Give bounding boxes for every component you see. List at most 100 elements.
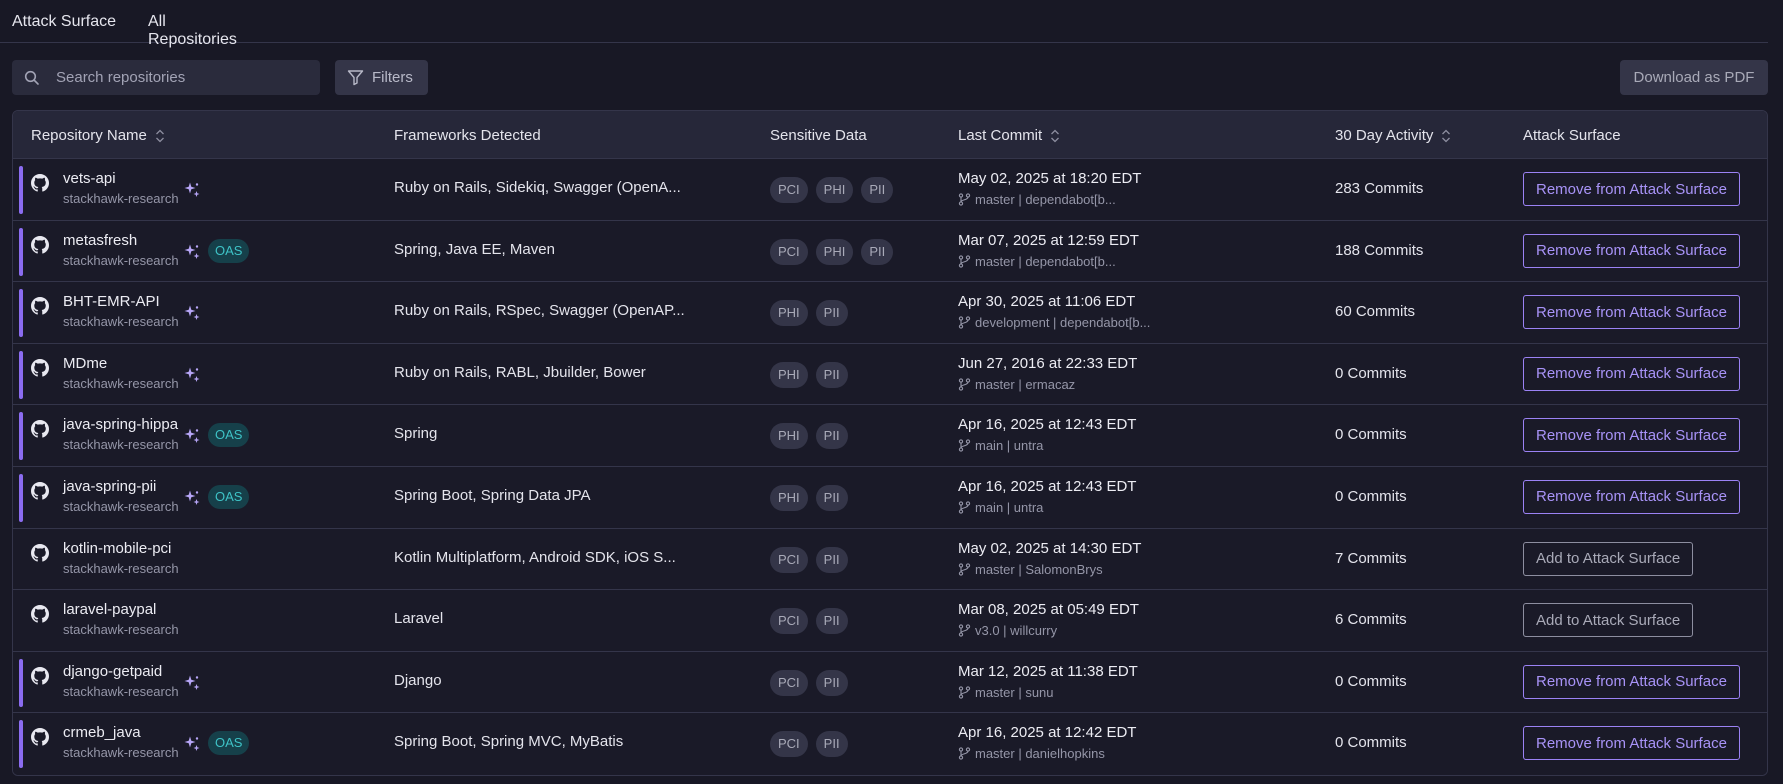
table-row[interactable]: BHT-EMR-API stackhawk-research Ruby on Rai… bbox=[13, 282, 1767, 344]
oas-badge: OAS bbox=[208, 484, 250, 509]
last-commit-meta: v3.0 | willcurry bbox=[958, 623, 1057, 638]
last-commit-meta: master | danielhopkins bbox=[958, 746, 1105, 761]
remove-from-attack-surface-button[interactable]: Remove from Attack Surface bbox=[1523, 295, 1740, 330]
repo-name[interactable]: kotlin-mobile-pci bbox=[63, 540, 171, 557]
filters-button[interactable]: Filters bbox=[335, 60, 428, 95]
activity-count: 60 Commits bbox=[1335, 303, 1416, 321]
attack-surface-indicator bbox=[19, 227, 23, 276]
header-repository-name[interactable]: Repository Name bbox=[31, 127, 165, 144]
tab-attack-surface[interactable]: Attack Surface bbox=[12, 13, 116, 44]
sensitive-data-tags: PHI PII bbox=[770, 361, 848, 388]
last-commit-date: Apr 16, 2025 at 12:43 EDT bbox=[958, 416, 1137, 434]
sensitive-data-tag: PII bbox=[861, 177, 894, 203]
remove-from-attack-surface-button[interactable]: Remove from Attack Surface bbox=[1523, 418, 1740, 453]
sensitive-data-tag: PCI bbox=[770, 238, 808, 265]
commit-branch-author: development | dependabot[b... bbox=[975, 315, 1151, 331]
frameworks-detected: Ruby on Rails, RSpec, Swagger (OpenAP... bbox=[394, 302, 685, 320]
table-row[interactable]: java-spring-pii stackhawk-research OAS Spri… bbox=[13, 466, 1767, 529]
search-box[interactable] bbox=[12, 60, 320, 95]
sensitive-data-tag: PII bbox=[861, 238, 894, 265]
repo-name[interactable]: vets-api bbox=[63, 170, 116, 187]
search-input[interactable] bbox=[56, 69, 296, 86]
github-icon bbox=[31, 358, 49, 377]
table-row[interactable]: metasfresh stackhawk-research OAS Spring, J… bbox=[13, 220, 1767, 283]
git-branch-icon bbox=[958, 686, 971, 699]
remove-from-attack-surface-button[interactable]: Remove from Attack Surface bbox=[1523, 664, 1740, 699]
tab-all-repositories[interactable]: All Repositories bbox=[148, 13, 258, 64]
git-branch-icon bbox=[958, 378, 971, 391]
repo-name[interactable]: metasfresh bbox=[63, 232, 137, 249]
sort-icon[interactable] bbox=[155, 128, 165, 144]
github-icon bbox=[31, 481, 49, 500]
remove-from-attack-surface-button[interactable]: Remove from Attack Surface bbox=[1523, 233, 1740, 268]
last-commit-meta: master | SalomonBrys bbox=[958, 562, 1103, 577]
github-icon bbox=[31, 666, 49, 685]
sort-icon[interactable] bbox=[1441, 128, 1451, 144]
sensitive-data-tag: PCI bbox=[770, 608, 808, 635]
remove-from-attack-surface-button[interactable]: Remove from Attack Surface bbox=[1523, 172, 1740, 206]
repo-name[interactable]: java-spring-hippa bbox=[63, 416, 178, 433]
sensitive-data-tags: PHI PII bbox=[770, 484, 848, 511]
activity-count: 0 Commits bbox=[1335, 364, 1407, 382]
remove-from-attack-surface-button[interactable]: Remove from Attack Surface bbox=[1523, 479, 1740, 514]
oas-badge: OAS bbox=[208, 238, 250, 263]
sensitive-data-tag: PII bbox=[815, 361, 848, 388]
header-frameworks: Frameworks Detected bbox=[394, 127, 541, 144]
repo-name[interactable]: MDme bbox=[63, 355, 107, 372]
download-pdf-button[interactable]: Download as PDF bbox=[1620, 60, 1768, 95]
commit-branch-author: master | dependabot[b... bbox=[975, 192, 1116, 207]
table-row[interactable]: django-getpaid stackhawk-research Django PC… bbox=[13, 651, 1767, 714]
table-row[interactable]: crmeb_java stackhawk-research OAS Spring Bo… bbox=[13, 713, 1767, 775]
attack-surface-indicator bbox=[19, 720, 23, 769]
remove-from-attack-surface-button[interactable]: Remove from Attack Surface bbox=[1523, 726, 1740, 761]
table-row[interactable]: kotlin-mobile-pci stackhawk-research Kotli… bbox=[13, 528, 1767, 591]
repo-name[interactable]: laravel-paypal bbox=[63, 601, 156, 618]
header-last-commit[interactable]: Last Commit bbox=[958, 127, 1060, 144]
header-30-day-activity[interactable]: 30 Day Activity bbox=[1335, 127, 1451, 144]
repo-org: stackhawk-research bbox=[63, 191, 179, 206]
sensitive-data-tag: PII bbox=[815, 484, 848, 511]
remove-from-attack-surface-button[interactable]: Remove from Attack Surface bbox=[1523, 356, 1740, 391]
git-branch-icon bbox=[958, 501, 971, 514]
last-commit-meta: master | sunu bbox=[958, 685, 1054, 700]
github-icon bbox=[31, 728, 49, 746]
sensitive-data-tag: PII bbox=[815, 669, 848, 696]
attack-surface-indicator bbox=[19, 350, 23, 399]
last-commit-date: Apr 30, 2025 at 11:06 EDT bbox=[958, 293, 1136, 311]
table-row[interactable]: vets-api stackhawk-research Ruby on Rails,… bbox=[13, 159, 1767, 221]
activity-count: 0 Commits bbox=[1335, 672, 1407, 690]
github-icon bbox=[31, 174, 49, 192]
sensitive-data-tags: PHI PII bbox=[770, 423, 848, 450]
attack-surface-indicator bbox=[19, 658, 23, 707]
attack-surface-indicator bbox=[19, 166, 23, 214]
table-row[interactable]: laravel-paypal stackhawk-research Laravel P… bbox=[13, 590, 1767, 652]
commit-branch-author: main | untra bbox=[975, 438, 1044, 454]
repo-name[interactable]: django-getpaid bbox=[63, 663, 162, 680]
commit-branch-author: v3.0 | willcurry bbox=[975, 623, 1058, 639]
last-commit-meta: master | ermacaz bbox=[958, 377, 1075, 392]
git-branch-icon bbox=[958, 193, 971, 206]
sensitive-data-tag: PHI bbox=[770, 300, 808, 327]
repo-org: stackhawk-research bbox=[63, 375, 179, 391]
sparkle-icon bbox=[183, 489, 201, 507]
sensitive-data-tags: PCI PII bbox=[770, 546, 848, 573]
sensitive-data-tag: PHI bbox=[815, 177, 854, 203]
repo-name[interactable]: java-spring-pii bbox=[63, 478, 156, 495]
tab-bar: Attack Surface All Repositories bbox=[0, 0, 1768, 64]
add-to-attack-surface-button[interactable]: Add to Attack Surface bbox=[1523, 541, 1694, 576]
repo-name[interactable]: BHT-EMR-API bbox=[63, 293, 160, 310]
table-row[interactable]: MDme stackhawk-research Ruby on Rails, RAB… bbox=[13, 343, 1767, 406]
sort-icon[interactable] bbox=[1050, 128, 1060, 144]
repo-org: stackhawk-research bbox=[63, 560, 179, 576]
repo-name[interactable]: crmeb_java bbox=[63, 724, 141, 741]
repo-org: stackhawk-research bbox=[63, 252, 179, 268]
repo-org: stackhawk-research bbox=[63, 314, 179, 330]
sensitive-data-tag: PII bbox=[815, 300, 848, 327]
activity-count: 6 Commits bbox=[1335, 611, 1407, 629]
commit-branch-author: master | SalomonBrys bbox=[975, 561, 1103, 577]
table-row[interactable]: java-spring-hippa stackhawk-research OAS Sp… bbox=[13, 405, 1767, 467]
sensitive-data-tags: PCI PII bbox=[770, 669, 848, 696]
sparkle-icon bbox=[183, 735, 201, 753]
add-to-attack-surface-button[interactable]: Add to Attack Surface bbox=[1523, 603, 1694, 638]
search-icon bbox=[24, 70, 40, 86]
